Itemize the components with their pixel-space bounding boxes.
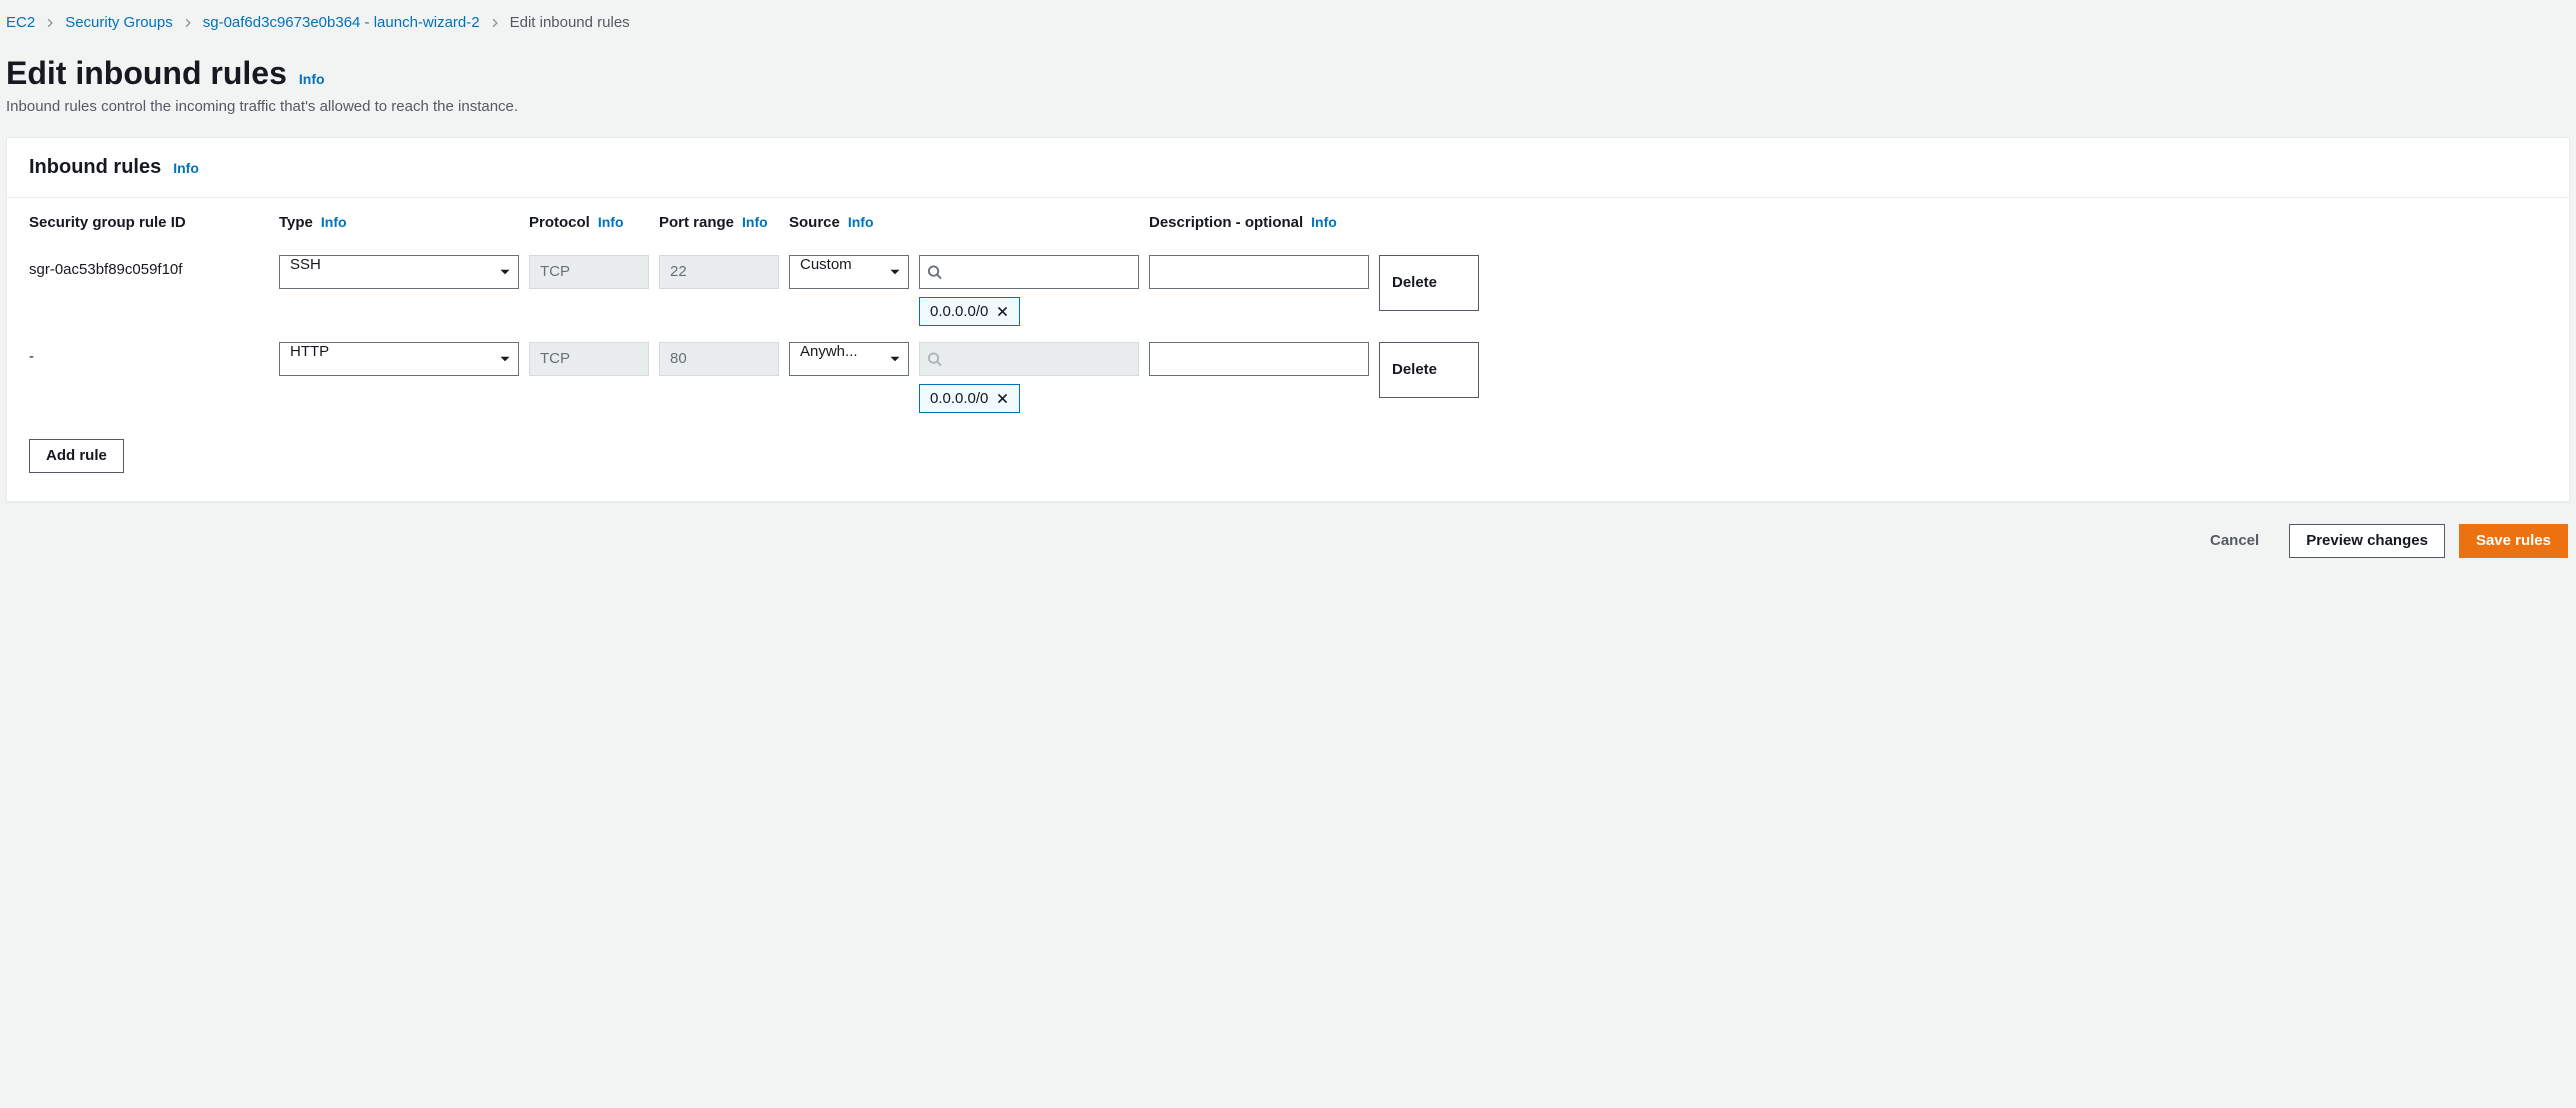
save-rules-button[interactable]: Save rules: [2459, 524, 2568, 558]
source-cidr-text: 0.0.0.0/0: [930, 390, 988, 407]
protocol-input: TCP: [529, 342, 649, 376]
add-rule-button[interactable]: Add rule: [29, 439, 124, 473]
rule-id-text: -: [29, 342, 269, 365]
source-cidr-token: 0.0.0.0/0: [919, 297, 1020, 326]
source-mode-select[interactable]: Anywh...: [789, 342, 909, 376]
col-description-info-link[interactable]: Info: [1311, 212, 1337, 233]
breadcrumb-link-security-groups[interactable]: Security Groups: [65, 14, 173, 31]
breadcrumb-link-sg[interactable]: sg-0af6d3c9673e0b364 - launch-wizard-2: [203, 14, 480, 31]
col-type: Type Info: [279, 212, 519, 235]
source-search-input: [919, 342, 1139, 376]
delete-rule-button[interactable]: Delete: [1379, 255, 1479, 311]
source-cidr-text: 0.0.0.0/0: [930, 303, 988, 320]
col-protocol-info-link[interactable]: Info: [598, 212, 624, 233]
col-rule-id: Security group rule ID: [29, 212, 269, 235]
col-description: Description - optional Info: [1149, 212, 1369, 235]
breadcrumb-current: Edit inbound rules: [510, 14, 630, 31]
protocol-input: TCP: [529, 255, 649, 289]
type-select[interactable]: HTTP: [279, 342, 519, 376]
source-search-input[interactable]: [919, 255, 1139, 289]
rules-header-row: Security group rule ID Type Info Protoco…: [29, 198, 2547, 239]
type-select-value[interactable]: HTTP: [279, 342, 519, 376]
breadcrumb-link-ec2[interactable]: EC2: [6, 14, 35, 31]
page-subtitle: Inbound rules control the incoming traff…: [6, 98, 2570, 115]
chevron-right-icon: [490, 18, 500, 28]
page-title: Edit inbound rules: [6, 55, 287, 92]
footer-actions: Cancel Preview changes Save rules: [6, 502, 2570, 562]
close-icon[interactable]: [996, 392, 1009, 405]
port-range-input: 80: [659, 342, 779, 376]
source-cidr-token: 0.0.0.0/0: [919, 384, 1020, 413]
rule-row: - HTTP TCP 80 Anywh...: [29, 326, 2547, 413]
source-mode-value[interactable]: Anywh...: [789, 342, 909, 376]
chevron-right-icon: [45, 18, 55, 28]
rule-id-text: sgr-0ac53bf89c059f10f: [29, 255, 269, 278]
panel-title-info-link[interactable]: Info: [173, 160, 199, 176]
col-protocol: Protocol Info: [529, 212, 649, 235]
col-type-info-link[interactable]: Info: [321, 212, 347, 233]
type-select[interactable]: SSH: [279, 255, 519, 289]
col-source: Source Info: [789, 212, 1139, 235]
chevron-right-icon: [183, 18, 193, 28]
inbound-rules-panel: Inbound rules Info Security group rule I…: [6, 137, 2570, 502]
search-icon: [927, 351, 942, 366]
source-mode-select[interactable]: Custom: [789, 255, 909, 289]
description-input[interactable]: [1149, 342, 1369, 376]
breadcrumb: EC2 Security Groups sg-0af6d3c9673e0b364…: [6, 10, 2570, 45]
delete-rule-button[interactable]: Delete: [1379, 342, 1479, 398]
cancel-button[interactable]: Cancel: [2194, 524, 2275, 558]
description-input[interactable]: [1149, 255, 1369, 289]
close-icon[interactable]: [996, 305, 1009, 318]
port-range-input: 22: [659, 255, 779, 289]
panel-title: Inbound rules: [29, 156, 161, 179]
col-source-info-link[interactable]: Info: [848, 212, 874, 233]
col-port-range-info-link[interactable]: Info: [742, 212, 768, 233]
search-icon: [927, 264, 942, 279]
preview-changes-button[interactable]: Preview changes: [2289, 524, 2445, 558]
rule-row: sgr-0ac53bf89c059f10f SSH TCP 22 Custom: [29, 239, 2547, 326]
col-port-range: Port range Info: [659, 212, 779, 235]
type-select-value[interactable]: SSH: [279, 255, 519, 289]
source-mode-value[interactable]: Custom: [789, 255, 909, 289]
page-title-info-link[interactable]: Info: [299, 71, 325, 87]
